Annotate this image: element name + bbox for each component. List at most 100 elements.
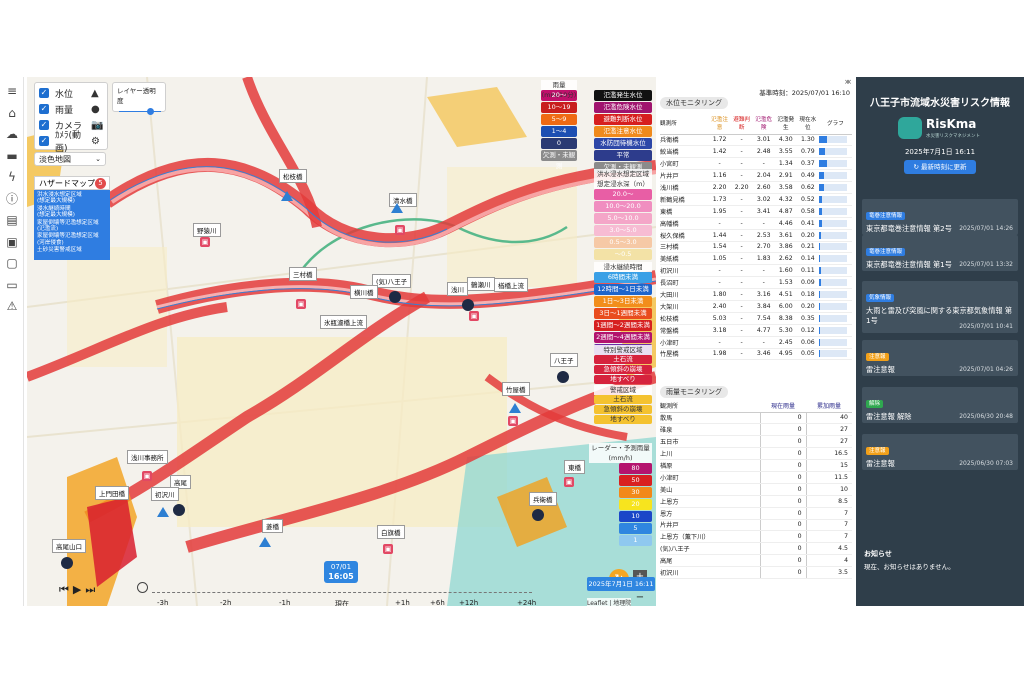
station-label[interactable]: 竹屋橋 — [502, 382, 530, 396]
skip-forward-icon[interactable]: ⏭ — [85, 583, 99, 596]
basemap-select[interactable]: 淡色地図 ⌄ — [34, 152, 106, 166]
station-label[interactable]: 白旗橋 — [377, 525, 405, 539]
home-icon[interactable]: ⌂ — [4, 105, 20, 121]
alert-card[interactable]: 注意報 雷注意報 2025/06/30 07:03 — [862, 434, 1018, 470]
water-level-marker[interactable] — [509, 403, 521, 413]
table-row[interactable]: 小津町 0 11.5 — [660, 471, 852, 484]
checkbox-icon[interactable]: ✓ — [39, 88, 49, 98]
alert-card[interactable]: 竜巻注意情報 東京都竜巻注意情報 第2号 2025/07/01 14:26 — [862, 199, 1018, 235]
close-icon[interactable]: × — [846, 78, 852, 86]
station-label[interactable]: 上門田橋 — [95, 486, 129, 500]
book-icon[interactable]: ▤ — [4, 212, 20, 228]
layer-toggle[interactable]: ✓ 雨量 ● — [35, 101, 107, 117]
alert-card[interactable]: 竜巻注意情報 東京都竜巻注意情報 第1号 2025/07/01 13:32 — [862, 235, 1018, 271]
table-row[interactable]: 小津町 - - -2.45 0.06 — [660, 336, 852, 349]
station-label[interactable]: 松枝橋 — [279, 169, 307, 183]
timeline-track[interactable] — [152, 592, 532, 593]
table-row[interactable]: 鮫当橋 1.42-2.48 3.55 0.79 — [660, 145, 852, 159]
table-row[interactable]: 浅川橋 2.20 2.20 2.60 3.58 0.62 — [660, 181, 852, 194]
alert-card[interactable]: 注意報 雷注意報 2025/07/01 04:26 — [862, 340, 1018, 376]
hazard-item[interactable]: 浸水継続時間 (想定最大規模) — [37, 206, 107, 219]
refresh-latest-button[interactable]: ↻ 最新時刻に更新 — [904, 160, 976, 174]
checkbox-icon[interactable]: ✓ — [39, 104, 49, 114]
table-row[interactable]: 楢原 0 15 — [660, 459, 852, 472]
station-label[interactable]: 楢橋上流 — [494, 278, 528, 292]
timeline-tick[interactable]: 現在 — [335, 599, 349, 606]
table-row[interactable]: 上恩方（薫下川） 0 7 — [660, 530, 852, 544]
timeline-tick[interactable]: +6h — [430, 599, 445, 606]
table-row[interactable]: (気)八王子 0 4.5 — [660, 542, 852, 556]
table-row[interactable]: 常盤橋 3.18-4.77 5.30 0.12 — [660, 324, 852, 337]
lightning-icon[interactable]: ϟ — [4, 169, 20, 185]
monitor-icon[interactable]: ▣ — [4, 234, 20, 250]
table-row[interactable]: 碓泉 0 27 — [660, 423, 852, 437]
camera-icon[interactable]: ▣ — [200, 237, 210, 247]
station-label[interactable]: 鶴瀬川 — [467, 277, 495, 291]
station-label[interactable]: 菱橋 — [262, 519, 283, 533]
table-row[interactable]: 片井戸 1.16-2.04 2.91 0.49 — [660, 169, 852, 183]
rain-gauge-marker[interactable] — [532, 509, 544, 521]
timeline-tick[interactable]: +12h — [459, 599, 478, 606]
info-icon[interactable]: ⓘ — [4, 191, 20, 207]
checkbox-icon[interactable]: ✓ — [39, 136, 49, 146]
table-row[interactable]: 美山 0 10 — [660, 483, 852, 496]
station-label[interactable]: 野猿川 — [193, 223, 221, 237]
hazard-item[interactable]: 家屋倒壊等氾濫想定区域 (河岸侵食) — [37, 233, 107, 246]
table-row[interactable]: 三村橋 1.54-2.70 3.86 0.21 — [660, 241, 852, 254]
hazard-map-toggle[interactable]: ハザードマップ 5 — [34, 176, 110, 190]
rain-gauge-marker[interactable] — [173, 504, 185, 516]
map-attribution[interactable]: Leaflet | 地理院 — [587, 598, 632, 606]
play-icon[interactable]: ▶ — [73, 583, 85, 596]
table-row[interactable]: 恩方 0 7 — [660, 507, 852, 520]
station-label[interactable]: (気)八王子 — [372, 274, 412, 288]
table-row[interactable]: 兵衛橋 1.72-3.01 4.30 1.30 — [660, 134, 852, 147]
map-area[interactable]: ✓ 水位 ▲ ✓ 雨量 ● ✓ カメラ 📷 ✓ ｶﾒﾗ(動画) ⚙ レイヤー透明度 淡色地図 ⌄ ハザ… — [27, 77, 656, 606]
timeline-tick[interactable]: -2h — [220, 599, 231, 606]
station-label[interactable]: 氷瓶濾橋上流 — [320, 315, 367, 329]
table-row[interactable]: 初沢川 - - -1.60 0.11 — [660, 264, 852, 278]
table-row[interactable]: 上恩方 0 8.5 — [660, 495, 852, 508]
layer-toggle[interactable]: ✓ 水位 ▲ — [35, 85, 107, 101]
table-row[interactable]: 竹屋橋 1.98-3.46 4.95 0.05 — [660, 348, 852, 361]
table-row[interactable]: 片井戸 0 7 — [660, 519, 852, 532]
hazard-item[interactable]: 土砂災害警戒区域 — [37, 247, 107, 253]
table-row[interactable]: 上川 0 16.5 — [660, 447, 852, 461]
station-label[interactable]: 初沢川 — [151, 487, 179, 501]
timeline-tick[interactable]: -3h — [157, 599, 168, 606]
camera-icon[interactable]: ▣ — [296, 299, 306, 309]
table-row[interactable]: 新鶴見橋 1.73-3.02 4.32 0.52 — [660, 193, 852, 206]
station-label[interactable]: 浅川 — [447, 282, 468, 296]
table-row[interactable]: 桜久保橋 1.44-2.53 3.61 0.20 — [660, 229, 852, 242]
checkbox-icon[interactable]: ✓ — [39, 120, 49, 130]
rain-gauge-marker[interactable] — [462, 299, 474, 311]
station-label[interactable]: 横川橋 — [350, 285, 378, 299]
display-icon[interactable]: ▢ — [4, 255, 20, 271]
alert-card[interactable]: 気象情報 大雨と雷及び突風に関する東京都気象情報 第1号 2025/07/01 10… — [862, 281, 1018, 333]
opacity-slider-handle[interactable] — [147, 108, 154, 115]
camera-icon[interactable]: ▣ — [564, 477, 574, 487]
rain-gauge-marker[interactable] — [389, 291, 401, 303]
station-label[interactable]: 浅川事務所 — [127, 450, 168, 464]
alert-card[interactable]: 解除 雷注意報 解除 2025/06/30 20:48 — [862, 387, 1018, 423]
camera-icon[interactable]: ▣ — [508, 416, 518, 426]
station-label[interactable]: 三村橋 — [289, 267, 317, 281]
timeline-tick[interactable]: -1h — [279, 599, 290, 606]
camera-icon[interactable]: ▣ — [142, 471, 152, 481]
timeline-tick[interactable]: +24h — [517, 599, 536, 606]
hazard-item[interactable]: 洪水浸水想定区域 (想定最大規模) — [37, 192, 107, 205]
station-label[interactable]: 高尾山口 — [52, 539, 86, 553]
table-row[interactable]: 小宮町 - - -1.34 0.37 — [660, 157, 852, 171]
menu-icon[interactable]: ≡ — [4, 83, 20, 99]
water-level-marker[interactable] — [281, 191, 293, 201]
chat-icon[interactable]: ▭ — [4, 277, 20, 293]
hazard-item[interactable]: 家屋倒壊等氾濫想定区域 (氾濫流) — [37, 220, 107, 233]
station-label[interactable]: 東橋 — [564, 460, 585, 474]
water-level-marker[interactable] — [157, 507, 169, 517]
table-row[interactable]: 大田川 1.80-3.16 4.51 0.18 — [660, 288, 852, 301]
opacity-slider[interactable] — [117, 105, 161, 117]
water-level-marker[interactable] — [259, 537, 271, 547]
table-row[interactable]: 大架川 2.40-3.84 6.00 0.20 — [660, 300, 852, 313]
station-label[interactable]: 兵衛橋 — [529, 492, 557, 506]
table-row[interactable]: 高幡橋 - - -4.46 0.41 — [660, 217, 852, 230]
water-level-marker[interactable] — [391, 203, 403, 213]
